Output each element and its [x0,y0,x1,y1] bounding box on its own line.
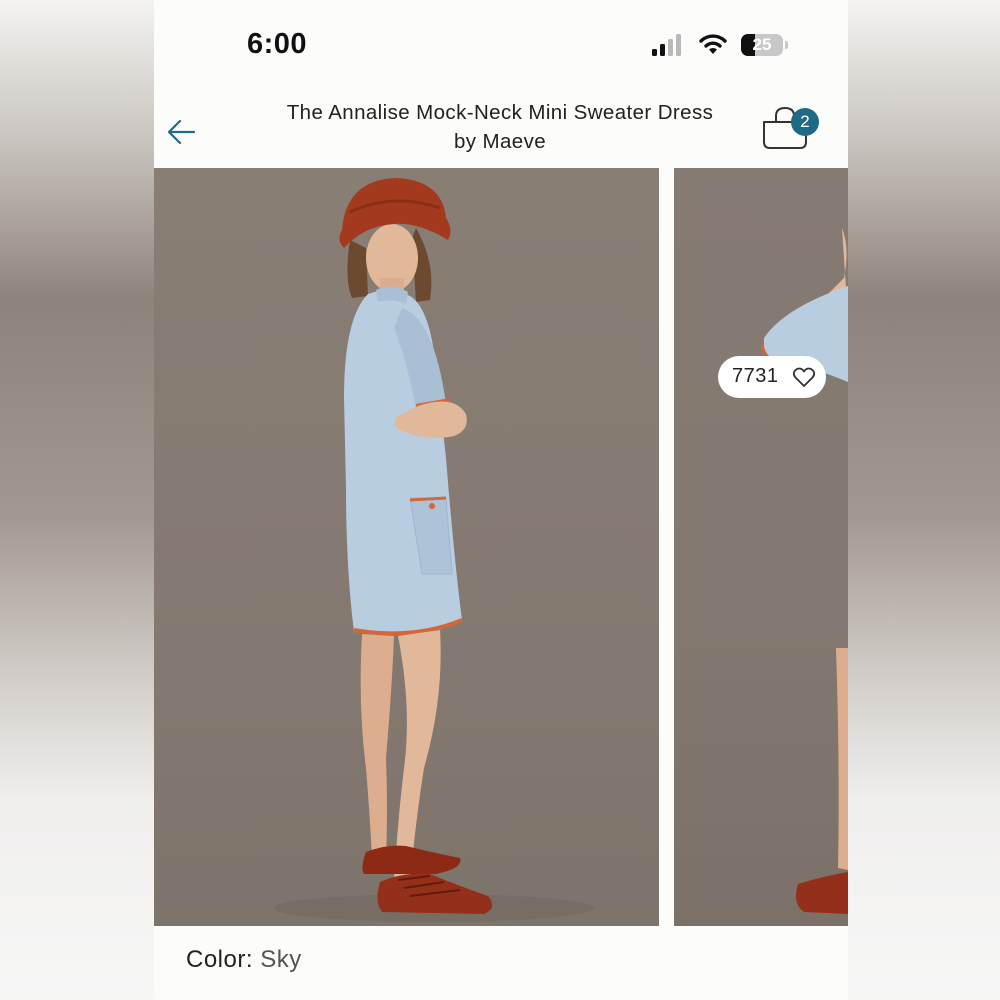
product-title: The Annalise Mock-Neck Mini Sweater Dres… [250,98,750,156]
color-value: Sky [260,946,302,973]
model-illustration-partial [760,228,848,914]
product-photo-main[interactable] [154,168,659,926]
battery-indicator: 25 [741,34,783,56]
cellular-signal-icon [652,34,681,56]
battery-percent: 25 [752,35,772,54]
blurred-backdrop-right [848,0,1000,1000]
color-label: Color: [186,946,254,973]
wifi-icon [699,34,727,54]
back-arrow-icon[interactable] [166,116,198,148]
blurred-backdrop-left [0,0,154,1000]
likes-button[interactable]: 7731 [718,356,826,398]
model-illustration [274,178,594,922]
product-title-line2: by Maeve [453,130,547,153]
likes-count: 7731 [732,365,779,387]
color-selection-row: Color: Sky [186,946,302,974]
product-photo-next[interactable] [674,168,848,926]
status-time: 6:00 [247,28,308,60]
product-title-line1: The Annalise Mock-Neck Mini Sweater Dres… [286,101,714,124]
cart-count-badge[interactable]: 2 [791,108,819,136]
battery-tip [785,41,788,49]
heart-outline-icon[interactable] [792,366,816,388]
product-image-gallery[interactable]: 7731 [154,168,848,926]
phone-screen: 6:00 25 The Annalise Mock-Neck Mini Swea… [154,0,848,1000]
